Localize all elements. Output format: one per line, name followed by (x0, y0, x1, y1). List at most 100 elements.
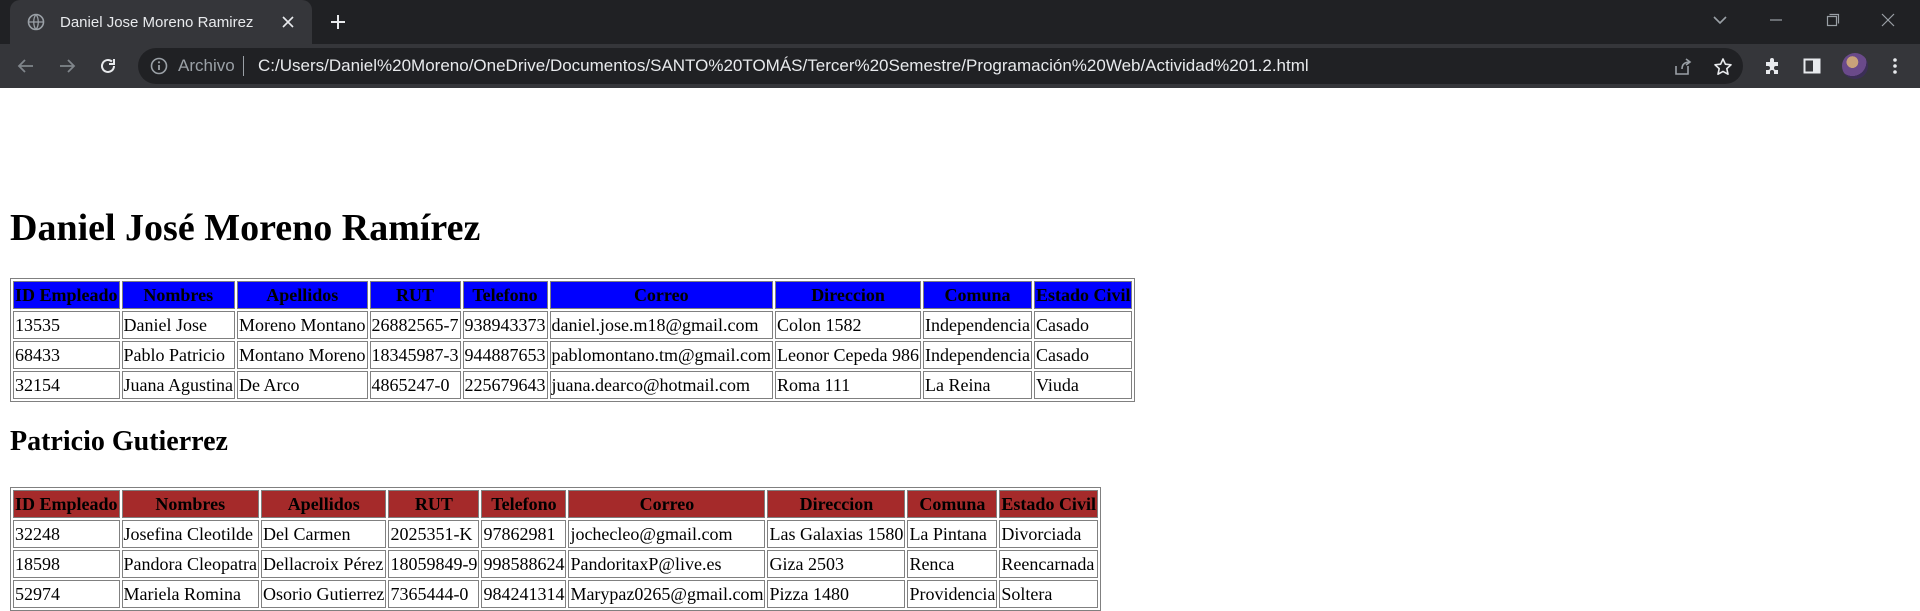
table-cell: Casado (1033, 311, 1133, 339)
table-cell: Viuda (1033, 371, 1133, 399)
employee-table-1: ID Empleado Nombres Apellidos RUT Telefono Co… (10, 278, 1136, 402)
table-cell: 998588624 (481, 550, 567, 578)
table-cell: PandoritaxP@live.es (568, 550, 766, 578)
column-header: Apellidos (237, 281, 368, 309)
table-cell: Moreno Montano (237, 311, 368, 339)
table-cell: Divorciada (999, 520, 1098, 548)
table-cell: 944887653 (462, 341, 548, 369)
close-window-icon[interactable] (1874, 8, 1902, 32)
extensions-icon[interactable] (1762, 56, 1782, 76)
table-cell: 68433 (13, 341, 120, 369)
table-cell: jochecleo@gmail.com (568, 520, 766, 548)
table-cell: Independencia (923, 341, 1032, 369)
column-header: Comuna (923, 281, 1032, 309)
bookmark-star-icon[interactable] (1713, 57, 1733, 77)
table-cell: Independencia (923, 311, 1032, 339)
table-cell: Del Carmen (260, 520, 387, 548)
table-cell: Mariela Romina (121, 580, 259, 608)
browser-toolbar: Archivo C:/Users/Daniel%20Moreno/OneDriv… (0, 44, 1920, 88)
minimize-icon[interactable] (1762, 8, 1790, 32)
back-arrow-icon[interactable] (14, 54, 38, 78)
url-text[interactable]: C:/Users/Daniel%20Moreno/OneDrive/Docume… (258, 56, 1309, 76)
menu-dots-icon[interactable] (1885, 56, 1905, 76)
column-header: RUT (369, 281, 461, 309)
table-cell: 32248 (13, 520, 120, 548)
table-cell: Osorio Gutierrez (260, 580, 387, 608)
table-cell: Marypaz0265@gmail.com (568, 580, 766, 608)
table-cell: Pablo Patricio (121, 341, 236, 369)
globe-icon (26, 12, 46, 32)
table-cell: Giza 2503 (767, 550, 906, 578)
table-cell: juana.dearco@hotmail.com (549, 371, 774, 399)
side-panel-icon[interactable] (1802, 56, 1822, 76)
table-cell: Pizza 1480 (767, 580, 906, 608)
new-tab-icon[interactable] (326, 10, 350, 34)
table-cell: Juana Agustina (121, 371, 236, 399)
browser-tab[interactable]: Daniel Jose Moreno Ramirez (10, 0, 312, 44)
reload-icon[interactable] (96, 54, 120, 78)
tab-strip: Daniel Jose Moreno Ramirez (0, 0, 1920, 44)
table-cell: 4865247-0 (369, 371, 461, 399)
table-cell: Colon 1582 (775, 311, 921, 339)
table-cell: Providencia (907, 580, 998, 608)
table-cell: Soltera (999, 580, 1098, 608)
table-cell: Montano Moreno (237, 341, 368, 369)
tab-title: Daniel Jose Moreno Ramirez (60, 13, 254, 31)
scheme-label: Archivo (178, 56, 235, 75)
forward-arrow-icon[interactable] (55, 54, 79, 78)
table-cell: 18598 (13, 550, 120, 578)
table-cell: daniel.jose.m18@gmail.com (549, 311, 774, 339)
table-cell: Pandora Cleopatra (121, 550, 259, 578)
close-tab-icon[interactable] (278, 12, 298, 32)
column-header: Direccion (775, 281, 921, 309)
column-header: RUT (388, 490, 480, 518)
table-row: 32248 Josefina Cleotilde Del Carmen 2025351… (13, 520, 1098, 548)
table-cell: 225679643 (462, 371, 548, 399)
table-cell: Casado (1033, 341, 1133, 369)
table-cell: 32154 (13, 371, 120, 399)
table-row: 13535 Daniel Jose Moreno Montano 26882565-7… (13, 311, 1133, 339)
column-header: Estado Civil (999, 490, 1098, 518)
column-header: Comuna (907, 490, 998, 518)
table-row: 52974 Mariela Romina Osorio Gutierrez 73654… (13, 580, 1098, 608)
info-icon[interactable] (150, 57, 168, 75)
restore-icon[interactable] (1819, 8, 1847, 32)
table-header-row: ID Empleado Nombres Apellidos RUT Telefono Co… (13, 281, 1133, 309)
table-cell: Renca (907, 550, 998, 578)
employee-table-2: ID Empleado Nombres Apellidos RUT Telefono Co… (10, 487, 1101, 611)
table-cell: Josefina Cleotilde (121, 520, 259, 548)
table-row: 18598 Pandora Cleopatra Dellacroix Pérez 18… (13, 550, 1098, 578)
share-icon[interactable] (1673, 57, 1693, 77)
column-header: ID Empleado (13, 490, 120, 518)
page-heading-1: Daniel José Moreno Ramírez (10, 207, 481, 249)
table-cell: 938943373 (462, 311, 548, 339)
table-cell: Reencarnada (999, 550, 1098, 578)
column-header: Apellidos (260, 490, 387, 518)
column-header: ID Empleado (13, 281, 120, 309)
column-header: Nombres (121, 281, 236, 309)
column-header: Correo (568, 490, 766, 518)
table-cell: 7365444-0 (388, 580, 480, 608)
column-header: Estado Civil (1033, 281, 1133, 309)
table-cell: La Reina (923, 371, 1032, 399)
divider (243, 56, 244, 76)
table-cell: 18345987-3 (369, 341, 461, 369)
table-cell: De Arco (237, 371, 368, 399)
table-cell: La Pintana (907, 520, 998, 548)
table-row: 32154 Juana Agustina De Arco 4865247-0 22567… (13, 371, 1133, 399)
table-cell: Dellacroix Pérez (260, 550, 387, 578)
table-cell: 2025351-K (388, 520, 480, 548)
table-cell: Daniel Jose (121, 311, 236, 339)
table-cell: Roma 111 (775, 371, 921, 399)
column-header: Correo (549, 281, 774, 309)
column-header: Telefono (481, 490, 567, 518)
column-header: Telefono (462, 281, 548, 309)
table-header-row: ID Empleado Nombres Apellidos RUT Telefono Co… (13, 490, 1098, 518)
table-cell: Las Galaxias 1580 (767, 520, 906, 548)
table-cell: 984241314 (481, 580, 567, 608)
table-cell: Leonor Cepeda 986 (775, 341, 921, 369)
column-header: Nombres (121, 490, 259, 518)
address-bar[interactable]: Archivo C:/Users/Daniel%20Moreno/OneDriv… (138, 48, 1743, 84)
tab-search-icon[interactable] (1706, 8, 1734, 32)
profile-avatar[interactable] (1842, 53, 1868, 79)
